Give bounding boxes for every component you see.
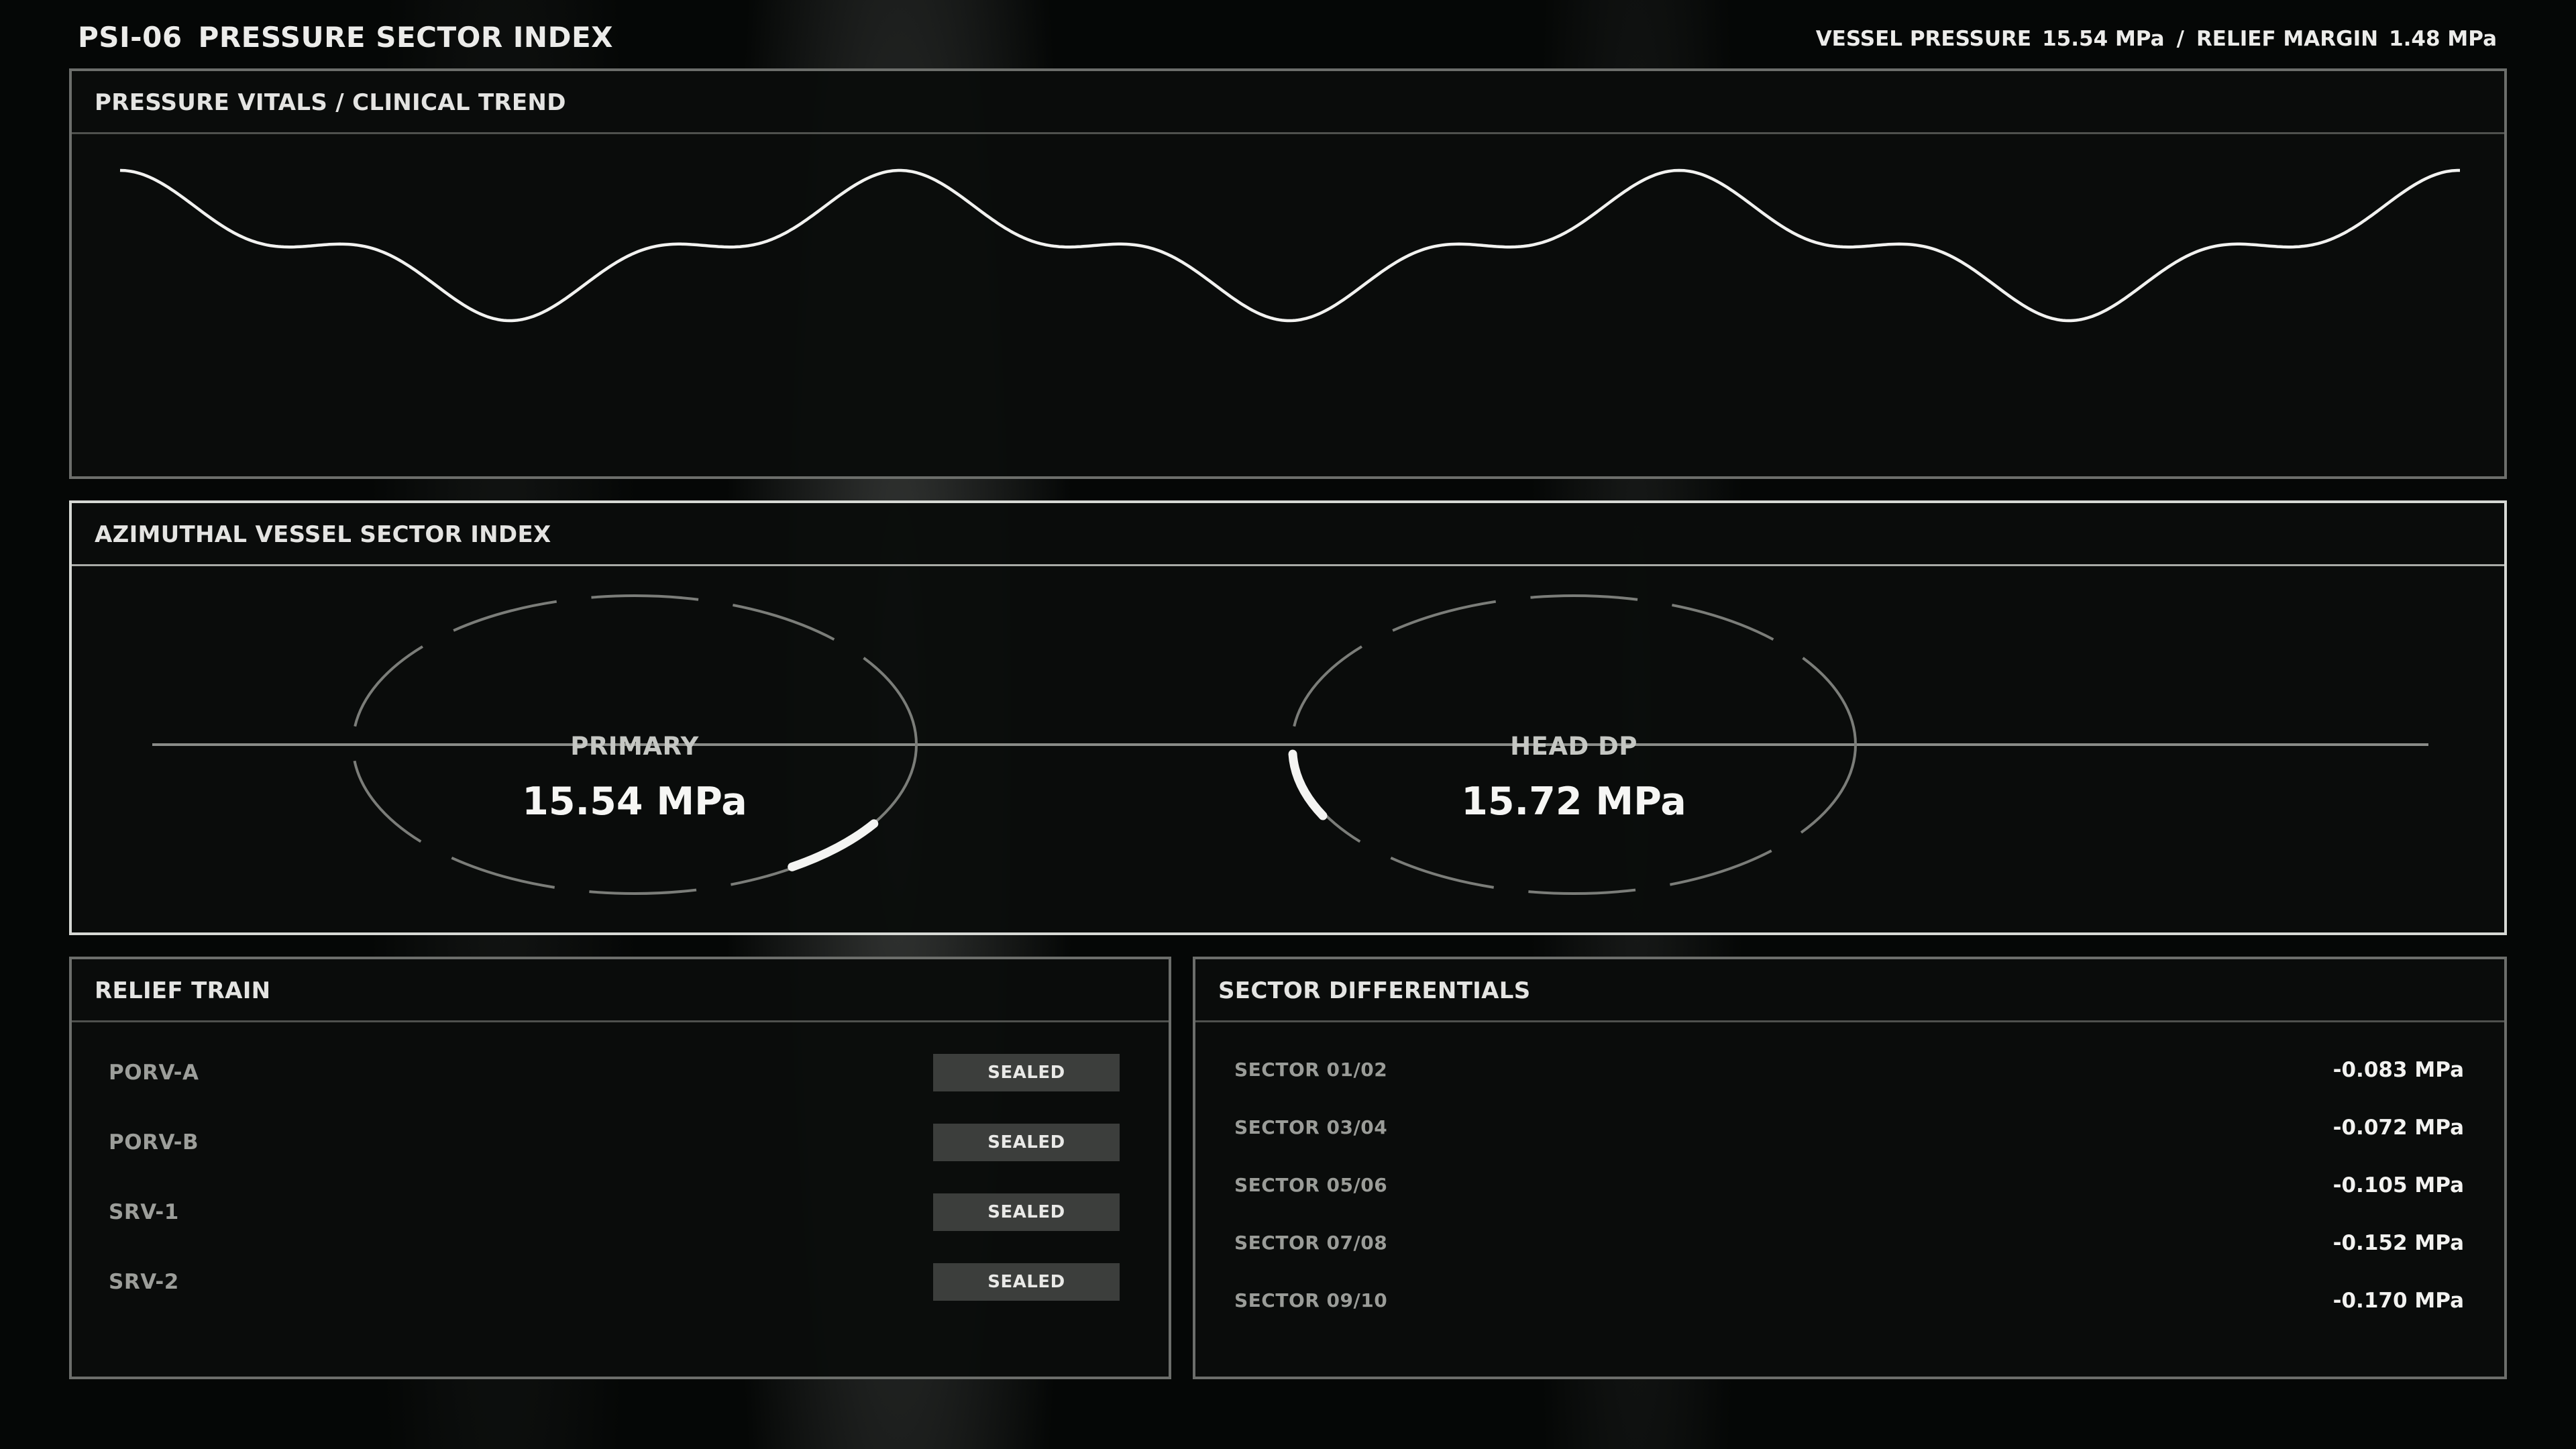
header-status: VESSEL PRESSURE 15.54 MPa / RELIEF MARGIN 1.… xyxy=(1816,20,2497,58)
sector-differential-value: -0.072 MPa xyxy=(2332,1116,2464,1140)
relief-margin-value: 1.48 MPa xyxy=(2389,27,2497,51)
status-badge: SEALED xyxy=(933,1193,1120,1231)
status-badge: SEALED xyxy=(933,1054,1120,1091)
primary-dial-value: 15.54 MPa xyxy=(522,780,747,824)
sector-name: SECTOR 05/06 xyxy=(1234,1174,1388,1196)
sector-name: SECTOR 03/04 xyxy=(1234,1116,1388,1138)
table-row: SECTOR 01/02 -0.083 MPa xyxy=(1195,1053,2504,1087)
table-row: SECTOR 09/10 -0.170 MPa xyxy=(1195,1284,2504,1318)
pressure-trend-panel: PRESSURE VITALS / CLINICAL TREND xyxy=(69,68,2507,479)
sector-name: SECTOR 07/08 xyxy=(1234,1232,1388,1254)
trend-line xyxy=(119,168,2460,323)
relief-panel-title: RELIEF TRAIN xyxy=(95,977,271,1004)
sector-name: SECTOR 01/02 xyxy=(1234,1059,1388,1081)
head-dp-dial-value: 15.72 MPa xyxy=(1461,780,1686,824)
head-dp-dial-indicator xyxy=(1288,749,1328,820)
sector-index-panel: AZIMUTHAL VESSEL SECTOR INDEX PRIMARY 15… xyxy=(69,500,2507,935)
sector-name: SECTOR 09/10 xyxy=(1234,1289,1388,1311)
vessel-pressure-label: VESSEL PRESSURE xyxy=(1815,27,2032,51)
relief-train-panel: RELIEF TRAIN PORV-A SEALED PORV-B SEALED… xyxy=(69,957,1171,1379)
panel-header: PRESSURE VITALS / CLINICAL TREND xyxy=(72,71,2504,134)
relief-valve-name: PORV-A xyxy=(109,1061,199,1085)
differentials-panel-title: SECTOR DIFFERENTIALS xyxy=(1218,977,1531,1004)
table-row: SECTOR 03/04 -0.072 MPa xyxy=(1195,1111,2504,1144)
primary-dial-indicator xyxy=(788,819,879,871)
status-separator: / xyxy=(2176,27,2184,51)
sector-differential-value: -0.170 MPa xyxy=(2332,1289,2464,1313)
system-title: PRESSURE SECTOR INDEX xyxy=(198,21,614,54)
status-badge: SEALED xyxy=(933,1263,1120,1301)
trend-chart xyxy=(119,168,2460,323)
relief-row-srv-2: SRV-2 SEALED xyxy=(72,1263,1169,1301)
sector-index-chart: PRIMARY 15.54 MPa HEAD DP 15.72 MPa xyxy=(152,594,2428,895)
relief-margin-label: RELIEF MARGIN xyxy=(2196,27,2379,51)
table-row: SECTOR 07/08 -0.152 MPa xyxy=(1195,1226,2504,1260)
sector-differential-value: -0.083 MPa xyxy=(2332,1058,2464,1082)
sector-differentials-panel: SECTOR DIFFERENTIALS SECTOR 01/02 -0.083… xyxy=(1193,957,2507,1379)
relief-valve-name: SRV-1 xyxy=(109,1200,179,1224)
panel-header: RELIEF TRAIN xyxy=(72,959,1169,1022)
relief-row-porv-b: PORV-B SEALED xyxy=(72,1124,1169,1161)
relief-row-srv-1: SRV-1 SEALED xyxy=(72,1193,1169,1231)
sector-panel-title: AZIMUTHAL VESSEL SECTOR INDEX xyxy=(95,521,551,548)
panel-header: AZIMUTHAL VESSEL SECTOR INDEX xyxy=(72,503,2504,566)
head-dp-dial-label: HEAD DP xyxy=(1510,732,1638,761)
panel-header: SECTOR DIFFERENTIALS xyxy=(1195,959,2504,1022)
system-code: PSI-06 xyxy=(78,21,182,54)
status-badge: SEALED xyxy=(933,1124,1120,1161)
sector-differential-value: -0.105 MPa xyxy=(2332,1173,2464,1197)
page-title: PSI-06 PRESSURE SECTOR INDEX xyxy=(78,17,613,58)
table-row: SECTOR 05/06 -0.105 MPa xyxy=(1195,1169,2504,1202)
relief-row-porv-a: PORV-A SEALED xyxy=(72,1054,1169,1091)
trend-panel-title: PRESSURE VITALS / CLINICAL TREND xyxy=(95,89,566,116)
sector-differential-value: -0.152 MPa xyxy=(2332,1231,2464,1255)
relief-valve-name: SRV-2 xyxy=(109,1270,179,1294)
primary-dial-label: PRIMARY xyxy=(570,732,699,761)
vessel-pressure-value: 15.54 MPa xyxy=(2042,27,2165,51)
relief-valve-name: PORV-B xyxy=(109,1130,199,1155)
